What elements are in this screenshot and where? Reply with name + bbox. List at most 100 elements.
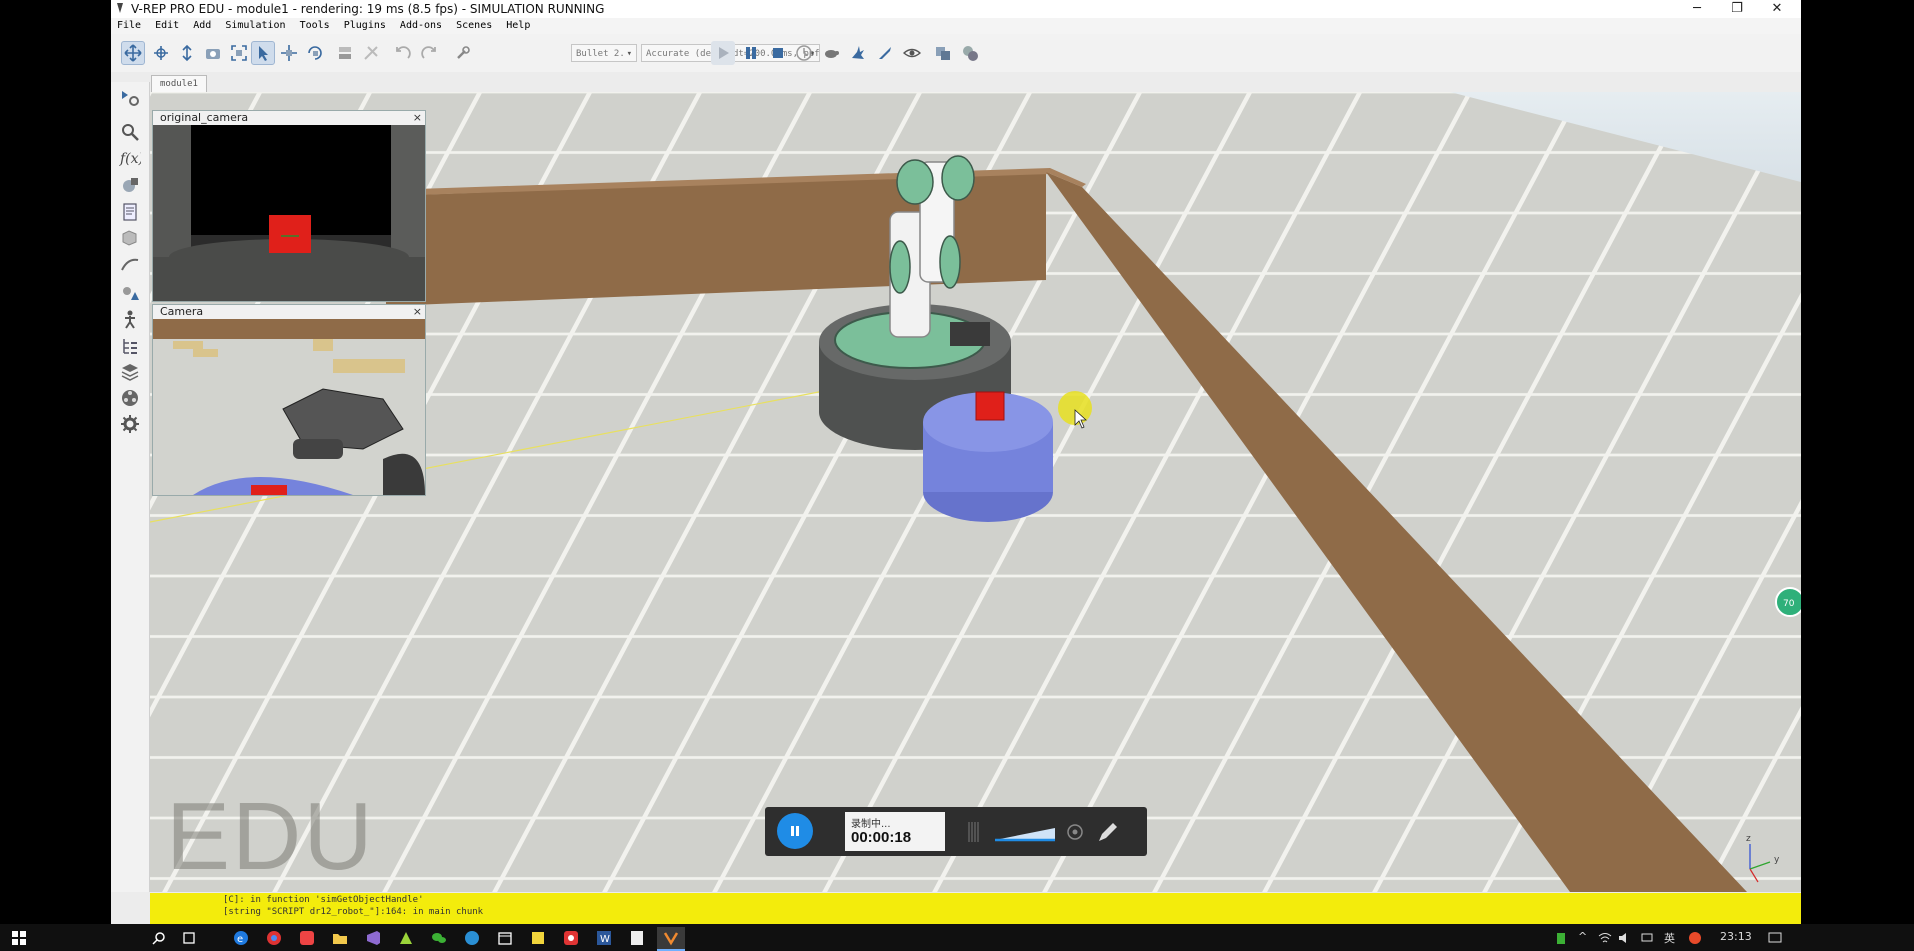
- menu-scenes[interactable]: Scenes: [456, 18, 492, 34]
- user-settings-button[interactable]: [118, 412, 142, 436]
- taskbar-file-explorer[interactable]: [329, 927, 351, 949]
- menu-edit[interactable]: Edit: [155, 18, 179, 34]
- camera-view-title: Camera: [153, 305, 425, 319]
- click-select-button[interactable]: [251, 41, 275, 65]
- taskbar-chrome[interactable]: [263, 927, 285, 949]
- tray-battery[interactable]: [1550, 927, 1572, 949]
- scene-3d-viewport[interactable]: z y 70 EDU original_camera × Camera ×: [150, 92, 1801, 892]
- thread-rendering-button[interactable]: [873, 41, 897, 65]
- menu-add-ons[interactable]: Add-ons: [400, 18, 442, 34]
- path-edit-button[interactable]: [118, 252, 142, 276]
- wechat-icon: [432, 933, 446, 943]
- camera-view[interactable]: Camera ×: [152, 304, 426, 496]
- taskbar-app-doc[interactable]: [626, 927, 648, 949]
- camera-view-close-button[interactable]: ×: [413, 305, 422, 318]
- menu-tools[interactable]: Tools: [300, 18, 330, 34]
- dynamics-engine-button[interactable]: [451, 41, 475, 65]
- tray-wifi[interactable]: [1594, 927, 1616, 949]
- svg-text:ƒ(x): ƒ(x): [119, 151, 141, 167]
- recorder-volume-slider[interactable]: [995, 828, 1055, 842]
- start-simulation-button[interactable]: [711, 41, 735, 65]
- camera-rotate-button[interactable]: [149, 41, 173, 65]
- taskbar-search-button[interactable]: [148, 927, 170, 949]
- taskbar-vrep[interactable]: [657, 927, 685, 949]
- layers-button[interactable]: [118, 360, 142, 384]
- assemble-button[interactable]: [333, 41, 357, 65]
- original-camera-close-button[interactable]: ×: [413, 111, 422, 124]
- tab-module1[interactable]: module1: [151, 75, 207, 92]
- screen-recorder-panel: 录制中... 00:00:18: [765, 807, 1147, 856]
- speed-up-button[interactable]: [846, 41, 870, 65]
- play-icon: [719, 47, 729, 59]
- selection-button[interactable]: [118, 282, 142, 306]
- simulation-settings-button[interactable]: [118, 86, 142, 110]
- collections-button[interactable]: [118, 174, 142, 198]
- transfer-dna-icon: [364, 46, 378, 60]
- menu-simulation[interactable]: Simulation: [225, 18, 285, 34]
- tray-network[interactable]: [1636, 927, 1658, 949]
- tray-ime[interactable]: 英: [1664, 930, 1675, 946]
- video-recorder-button[interactable]: [118, 386, 142, 410]
- original-camera-view[interactable]: original_camera ×: [152, 110, 426, 302]
- taskbar-notes[interactable]: [527, 927, 549, 949]
- page-selector-button[interactable]: [931, 41, 955, 65]
- recorder-pause-button[interactable]: [777, 813, 813, 849]
- pause-simulation-button[interactable]: [739, 41, 763, 65]
- recorder-grip-icon: [968, 822, 979, 842]
- camera-angle-button[interactable]: [201, 41, 225, 65]
- redo-button[interactable]: [417, 41, 441, 65]
- visualization-toggle-button[interactable]: [900, 41, 924, 65]
- taskbar-recorder[interactable]: [560, 927, 582, 949]
- recorder-webcam-icon[interactable]: [1067, 824, 1083, 840]
- object-rotate-button[interactable]: [303, 41, 327, 65]
- stop-simulation-button[interactable]: [766, 41, 790, 65]
- menu-help[interactable]: Help: [506, 18, 530, 34]
- menu-add[interactable]: Add: [193, 18, 211, 34]
- axis-z-label: z: [1746, 834, 1751, 844]
- fit-to-view-button[interactable]: [227, 41, 251, 65]
- transfer-dna-button[interactable]: [359, 41, 383, 65]
- film-reel-icon: [122, 390, 138, 406]
- shape-edit-button[interactable]: [118, 226, 142, 250]
- tray-volume[interactable]: [1614, 927, 1636, 949]
- taskbar-app-red[interactable]: [296, 927, 318, 949]
- calculation-modules-button[interactable]: ƒ(x): [118, 146, 142, 170]
- taskbar-app-green[interactable]: [395, 927, 417, 949]
- scripts-button[interactable]: [118, 200, 142, 224]
- menu-file[interactable]: File: [117, 18, 141, 34]
- camera-pan-button[interactable]: [121, 41, 145, 65]
- selection-icon: [123, 287, 139, 300]
- tray-sogou[interactable]: [1684, 927, 1706, 949]
- status-console[interactable]: [C]: in function 'simGetObjectHandle' [s…: [150, 893, 1801, 924]
- real-time-button[interactable]: [792, 41, 816, 65]
- scene-selector-button[interactable]: [958, 41, 982, 65]
- close-button[interactable]: ✕: [1757, 0, 1797, 18]
- start-button[interactable]: [8, 927, 30, 949]
- taskbar-edge[interactable]: e: [230, 927, 252, 949]
- action-center-button[interactable]: [1764, 927, 1786, 949]
- camera-shift-button[interactable]: [175, 41, 199, 65]
- taskbar-wechat[interactable]: [428, 927, 450, 949]
- taskbar-visual-studio[interactable]: [362, 927, 384, 949]
- sticky-notes-icon: [532, 932, 544, 944]
- restore-button[interactable]: ❐: [1717, 0, 1757, 18]
- robot-joint-2: [941, 155, 975, 201]
- scene-tab-strip: module1: [111, 72, 1801, 92]
- object-shift-button[interactable]: [277, 41, 301, 65]
- model-browser-button[interactable]: [118, 308, 142, 332]
- search-scene-button[interactable]: [118, 120, 142, 144]
- minimize-button[interactable]: ─: [1677, 0, 1717, 18]
- task-view-button[interactable]: [178, 927, 200, 949]
- object-rotate-icon: [308, 46, 322, 60]
- taskbar-browser[interactable]: [461, 927, 483, 949]
- slow-down-button[interactable]: [819, 41, 843, 65]
- physics-engine-select[interactable]: Bullet 2. ▾: [571, 44, 637, 62]
- recorder-pen-icon[interactable]: [1099, 823, 1117, 841]
- taskbar-clock[interactable]: 23:13: [1720, 930, 1752, 943]
- taskbar-calendar[interactable]: [494, 927, 516, 949]
- taskbar-word[interactable]: W: [593, 927, 615, 949]
- scene-hierarchy-button[interactable]: [118, 334, 142, 358]
- undo-button[interactable]: [391, 41, 415, 65]
- tray-chevron[interactable]: ^: [1578, 930, 1587, 943]
- menu-plugins[interactable]: Plugins: [344, 18, 386, 34]
